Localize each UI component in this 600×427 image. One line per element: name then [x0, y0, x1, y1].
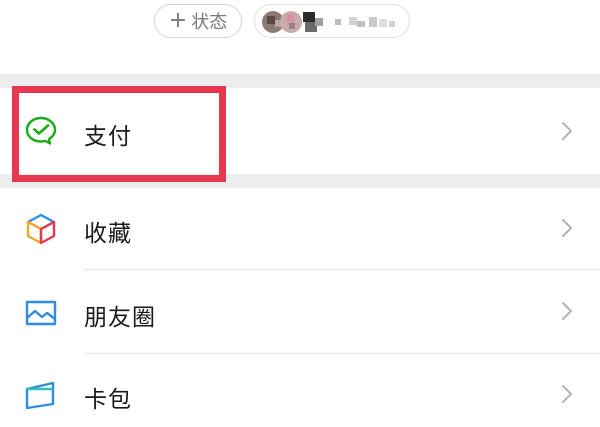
menu-item-favorites[interactable]: 收藏	[0, 188, 600, 269]
favorites-cube-icon	[24, 212, 58, 246]
plus-icon: +	[168, 8, 188, 33]
blurred-avatars-icon	[262, 11, 323, 33]
menu-item-moments[interactable]: 朋友圈	[0, 270, 600, 353]
profile-header: + 状态	[0, 0, 600, 74]
chevron-right-icon	[562, 385, 572, 403]
add-status-button[interactable]: + 状态	[154, 4, 242, 38]
moments-image-icon	[24, 296, 58, 330]
blurred-nickname	[335, 17, 395, 27]
friend-status-pill[interactable]	[254, 4, 410, 38]
menu-item-label: 朋友圈	[84, 305, 156, 331]
menu-item-label: 收藏	[84, 221, 132, 247]
chevron-right-icon	[562, 302, 572, 320]
card-wallet-icon	[24, 378, 58, 412]
pay-highlight-box	[12, 86, 226, 182]
menu-item-card-wallet[interactable]: 卡包	[0, 354, 600, 427]
add-status-label: 状态	[191, 12, 228, 33]
menu-item-label: 卡包	[84, 387, 132, 413]
chevron-right-icon	[562, 219, 572, 237]
chevron-right-icon	[562, 122, 572, 140]
